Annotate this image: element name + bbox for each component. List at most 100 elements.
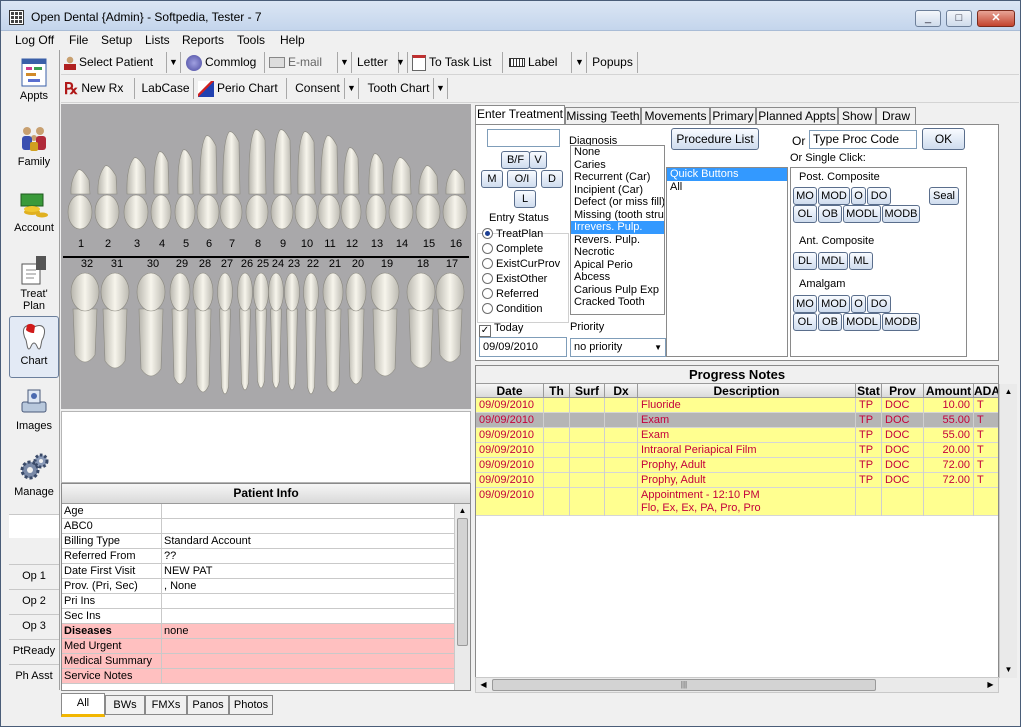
column-header[interactable]: Amount <box>924 384 974 398</box>
scroll-right-icon[interactable]: ▶ <box>983 678 998 692</box>
lower-tooth[interactable] <box>406 272 436 369</box>
quick-buttons-list[interactable]: Quick Buttons All <box>666 167 788 357</box>
proc-mo-button[interactable]: MO <box>793 187 817 205</box>
tab-photos[interactable]: Photos <box>229 695 273 715</box>
perio-chart-button[interactable]: Perio Chart <box>195 78 287 99</box>
lower-tooth[interactable] <box>268 272 284 389</box>
lower-tooth[interactable] <box>217 272 233 395</box>
diagnosis-item[interactable]: Recurrent (Car) <box>571 171 664 184</box>
proc-do-button[interactable]: DO <box>867 295 891 313</box>
lower-tooth[interactable] <box>284 272 300 391</box>
lower-tooth[interactable] <box>192 272 214 393</box>
proc-o-button[interactable]: O <box>851 295 866 313</box>
menu-log-off[interactable]: Log Off <box>15 33 54 47</box>
surface-m-button[interactable]: M <box>481 170 503 188</box>
lower-tooth[interactable] <box>253 272 269 389</box>
consent-dropdown[interactable]: ▼ <box>345 78 359 99</box>
to-task-list-button[interactable]: To Task List <box>409 52 503 73</box>
upper-tooth[interactable] <box>123 157 149 230</box>
upper-tooth[interactable] <box>365 153 387 230</box>
upper-tooth[interactable] <box>415 165 441 230</box>
column-header[interactable]: Th <box>544 384 570 398</box>
menu-help[interactable]: Help <box>280 33 305 47</box>
lower-tooth[interactable] <box>169 272 191 385</box>
diagnosis-item[interactable]: Necrotic <box>571 246 664 259</box>
today-checkbox[interactable]: ✓ Today <box>479 322 523 337</box>
phasst-button[interactable]: Ph Asst <box>9 664 59 688</box>
procedure-list-button[interactable]: Procedure List <box>671 128 759 150</box>
entry-status-radio[interactable]: Referred <box>482 288 539 302</box>
notes-area[interactable] <box>61 411 471 483</box>
tooth-chart-dropdown[interactable]: ▼ <box>434 78 448 99</box>
column-header[interactable]: Dx <box>605 384 638 398</box>
progress-note-row[interactable]: 09/09/2010 Intraoral Periapical Film TP DOC… <box>476 443 998 458</box>
column-header[interactable]: Surf <box>570 384 605 398</box>
entry-status-radio[interactable]: ExistCurProv <box>482 258 560 272</box>
column-header[interactable]: Stat <box>856 384 882 398</box>
entry-status-radio[interactable]: ExistOther <box>482 273 547 287</box>
column-header[interactable]: ADA C <box>974 384 998 412</box>
surface-l-button[interactable]: L <box>514 190 536 208</box>
letter-dropdown[interactable]: ▼ <box>394 52 408 73</box>
minimize-button[interactable]: _ <box>915 10 941 27</box>
patient-info-scrollbar[interactable]: ▲ <box>454 504 470 690</box>
upper-tooth[interactable] <box>294 131 318 230</box>
tooth-chart-button[interactable]: Tooth Chart <box>364 78 434 99</box>
upper-tooth[interactable] <box>270 129 294 230</box>
proc-mod-button[interactable]: MOD <box>818 187 850 205</box>
entry-status-radio[interactable]: TreatPlan <box>482 228 543 242</box>
diagnosis-item[interactable]: Cracked Tooth <box>571 296 664 309</box>
upper-tooth[interactable] <box>67 169 93 230</box>
progress-note-row[interactable]: 09/09/2010 Prophy, Adult TP DOC 72.00 T <box>476 473 998 488</box>
menu-setup[interactable]: Setup <box>101 33 132 47</box>
upper-tooth[interactable] <box>245 129 269 230</box>
progress-note-row[interactable]: 09/09/2010 Prophy, Adult TP DOC 72.00 T <box>476 458 998 473</box>
diagnosis-item[interactable]: Carious Pulp Exp <box>571 284 664 297</box>
tab-fmxs[interactable]: FMXs <box>145 695 187 715</box>
progress-scrollbar[interactable]: ▲ ▼ <box>999 384 1017 678</box>
commlog-button[interactable]: Commlog <box>183 52 265 73</box>
surface-d-button[interactable]: D <box>541 170 563 188</box>
scroll-down-icon[interactable]: ▼ <box>1000 662 1017 678</box>
lower-tooth[interactable] <box>322 272 344 393</box>
proc-modb-button[interactable]: MODB <box>882 313 920 331</box>
menu-lists[interactable]: Lists <box>145 33 170 47</box>
tooth-chart[interactable]: 1 2 3 4 5 6 7 8 9 10 11 12 13 14 15 16 32 31 30 29 28 27 26 25… <box>61 104 471 409</box>
proc-code-input[interactable]: Type Proc Code <box>809 130 917 149</box>
progress-note-row[interactable]: 09/09/2010 Fluoride TP DOC 10.00 T <box>476 398 998 413</box>
surface-bf-button[interactable]: B/F <box>501 151 530 169</box>
tab-all[interactable]: All <box>61 693 105 717</box>
entry-status-radio[interactable]: Complete <box>482 243 543 257</box>
progress-hscrollbar[interactable]: ◀ ||| ▶ <box>475 677 999 693</box>
upper-tooth[interactable] <box>388 157 414 230</box>
diagnosis-item[interactable]: Irrevers. Pulp. <box>571 221 664 234</box>
select-patient-button[interactable]: Select Patient <box>61 52 167 73</box>
module-manage[interactable]: Manage <box>9 448 59 510</box>
module-family[interactable]: Family <box>9 118 59 180</box>
proc-mo-button[interactable]: MO <box>793 295 817 313</box>
label-dropdown[interactable]: ▼ <box>573 52 587 73</box>
module-account[interactable]: Account <box>9 184 59 246</box>
diagnosis-list[interactable]: None Caries Recurrent (Car) Incipient (Car)… <box>570 145 665 315</box>
proc-modl-button[interactable]: MODL <box>843 205 881 223</box>
ok-button[interactable]: OK <box>922 128 965 150</box>
upper-tooth[interactable] <box>442 169 468 230</box>
scroll-thumb[interactable] <box>457 518 468 646</box>
lower-tooth[interactable] <box>136 272 166 377</box>
upper-tooth[interactable] <box>317 135 341 230</box>
proc-ol-button[interactable]: OL <box>793 313 817 331</box>
surface-input[interactable] <box>487 129 560 147</box>
upper-tooth[interactable] <box>94 165 120 230</box>
tab-panos[interactable]: Panos <box>187 695 229 715</box>
op-button-3[interactable]: Op 3 <box>9 614 59 638</box>
progress-note-row[interactable]: 09/09/2010 Exam TP DOC 55.00 T <box>476 428 998 443</box>
consent-button[interactable]: Consent <box>291 78 345 99</box>
proc-o-button[interactable]: O <box>851 187 866 205</box>
quick-list-item[interactable]: All <box>667 181 787 194</box>
close-button[interactable]: ✕ <box>977 10 1015 27</box>
menu-file[interactable]: File <box>69 33 88 47</box>
proc-modb-button[interactable]: MODB <box>882 205 920 223</box>
date-input[interactable]: 09/09/2010 <box>479 337 567 357</box>
lower-tooth[interactable] <box>370 272 400 377</box>
diagnosis-item[interactable]: Abcess <box>571 271 664 284</box>
